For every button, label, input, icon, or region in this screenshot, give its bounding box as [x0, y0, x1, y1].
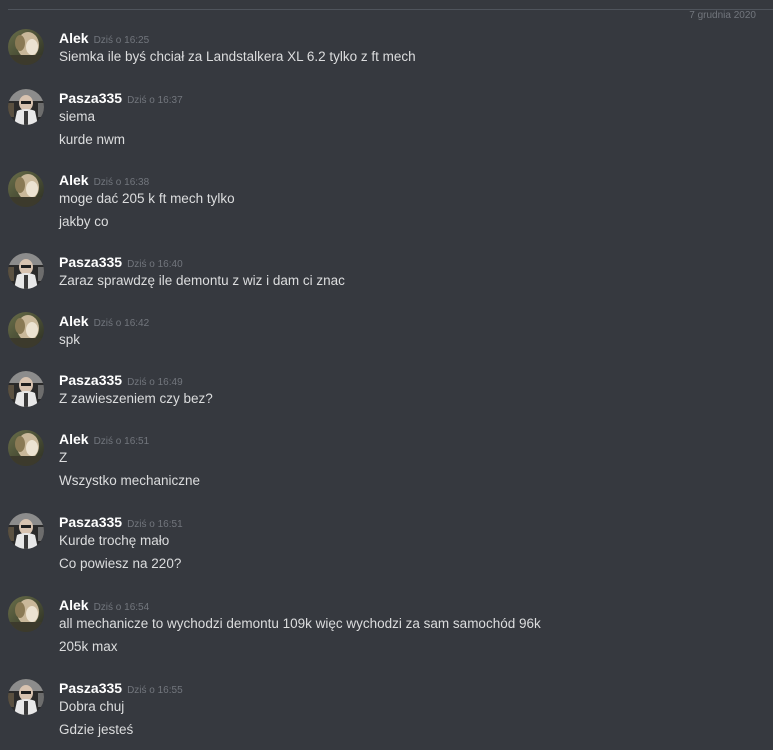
username[interactable]: Alek	[59, 313, 89, 329]
message-header: Pasza335 Dziś o 16:37	[59, 89, 183, 107]
message-header: Pasza335 Dziś o 16:40	[59, 253, 183, 271]
message-header: Alek Dziś o 16:25	[59, 29, 149, 47]
message-text: Kurde trochę mało	[59, 533, 170, 548]
message-text: Z zawieszeniem czy bez?	[59, 391, 213, 406]
timestamp: Dziś o 16:37	[127, 95, 183, 106]
avatar[interactable]	[8, 29, 44, 65]
avatar[interactable]	[8, 171, 44, 207]
message-header: Pasza335 Dziś o 16:49	[59, 371, 183, 389]
username[interactable]: Alek	[59, 172, 89, 188]
avatar[interactable]	[8, 253, 44, 289]
avatar[interactable]	[8, 89, 44, 125]
timestamp: Dziś o 16:40	[127, 259, 183, 270]
message-text: Wszystko mechaniczne	[59, 473, 201, 488]
avatar[interactable]	[8, 371, 44, 407]
message-text: kurde nwm	[59, 132, 126, 147]
message-text: jakby co	[59, 214, 109, 229]
message-header: Alek Dziś o 16:38	[59, 171, 149, 189]
username[interactable]: Pasza335	[59, 90, 122, 106]
avatar[interactable]	[8, 513, 44, 549]
timestamp: Dziś o 16:51	[127, 519, 183, 530]
timestamp: Dziś o 16:38	[93, 177, 150, 188]
avatar[interactable]	[8, 312, 44, 348]
message-header: Pasza335 Dziś o 16:55	[59, 679, 183, 697]
message-text: Siemka ile byś chciał za Landstalkera XL…	[59, 49, 416, 64]
message-header: Pasza335 Dziś o 16:51	[59, 513, 183, 531]
message-text: Dobra chuj	[59, 699, 125, 714]
message-header: Alek Dziś o 16:51	[59, 430, 149, 448]
message-text: Z	[59, 450, 68, 465]
username[interactable]: Pasza335	[59, 254, 122, 270]
timestamp: Dziś o 16:54	[93, 602, 150, 613]
username[interactable]: Alek	[59, 30, 89, 46]
username[interactable]: Alek	[59, 431, 89, 447]
message-header: Alek Dziś o 16:54	[59, 596, 149, 614]
avatar[interactable]	[8, 679, 44, 715]
date-divider-label: 7 grudnia 2020	[684, 10, 761, 22]
message-text: siema	[59, 109, 96, 124]
message-text: all mechanicze to wychodzi demontu 109k …	[59, 616, 541, 631]
username[interactable]: Pasza335	[59, 680, 122, 696]
avatar[interactable]	[8, 596, 44, 632]
timestamp: Dziś o 16:49	[127, 377, 183, 388]
message-header: Alek Dziś o 16:42	[59, 312, 149, 330]
avatar[interactable]	[8, 430, 44, 466]
message-text: moge dać 205 k ft mech tylko	[59, 191, 235, 206]
message-text: Zaraz sprawdzę ile demontu z wiz i dam c…	[59, 273, 345, 288]
username[interactable]: Pasza335	[59, 372, 122, 388]
timestamp: Dziś o 16:42	[93, 318, 150, 329]
timestamp: Dziś o 16:55	[127, 685, 183, 696]
username[interactable]: Pasza335	[59, 514, 122, 530]
date-divider: 7 grudnia 2020	[8, 9, 773, 22]
timestamp: Dziś o 16:51	[93, 436, 150, 447]
message-text: Gdzie jesteś	[59, 722, 134, 737]
message-text: spk	[59, 332, 81, 347]
message-text: Co powiesz na 220?	[59, 556, 182, 571]
username[interactable]: Alek	[59, 597, 89, 613]
timestamp: Dziś o 16:25	[93, 35, 150, 46]
message-text: 205k max	[59, 639, 118, 654]
